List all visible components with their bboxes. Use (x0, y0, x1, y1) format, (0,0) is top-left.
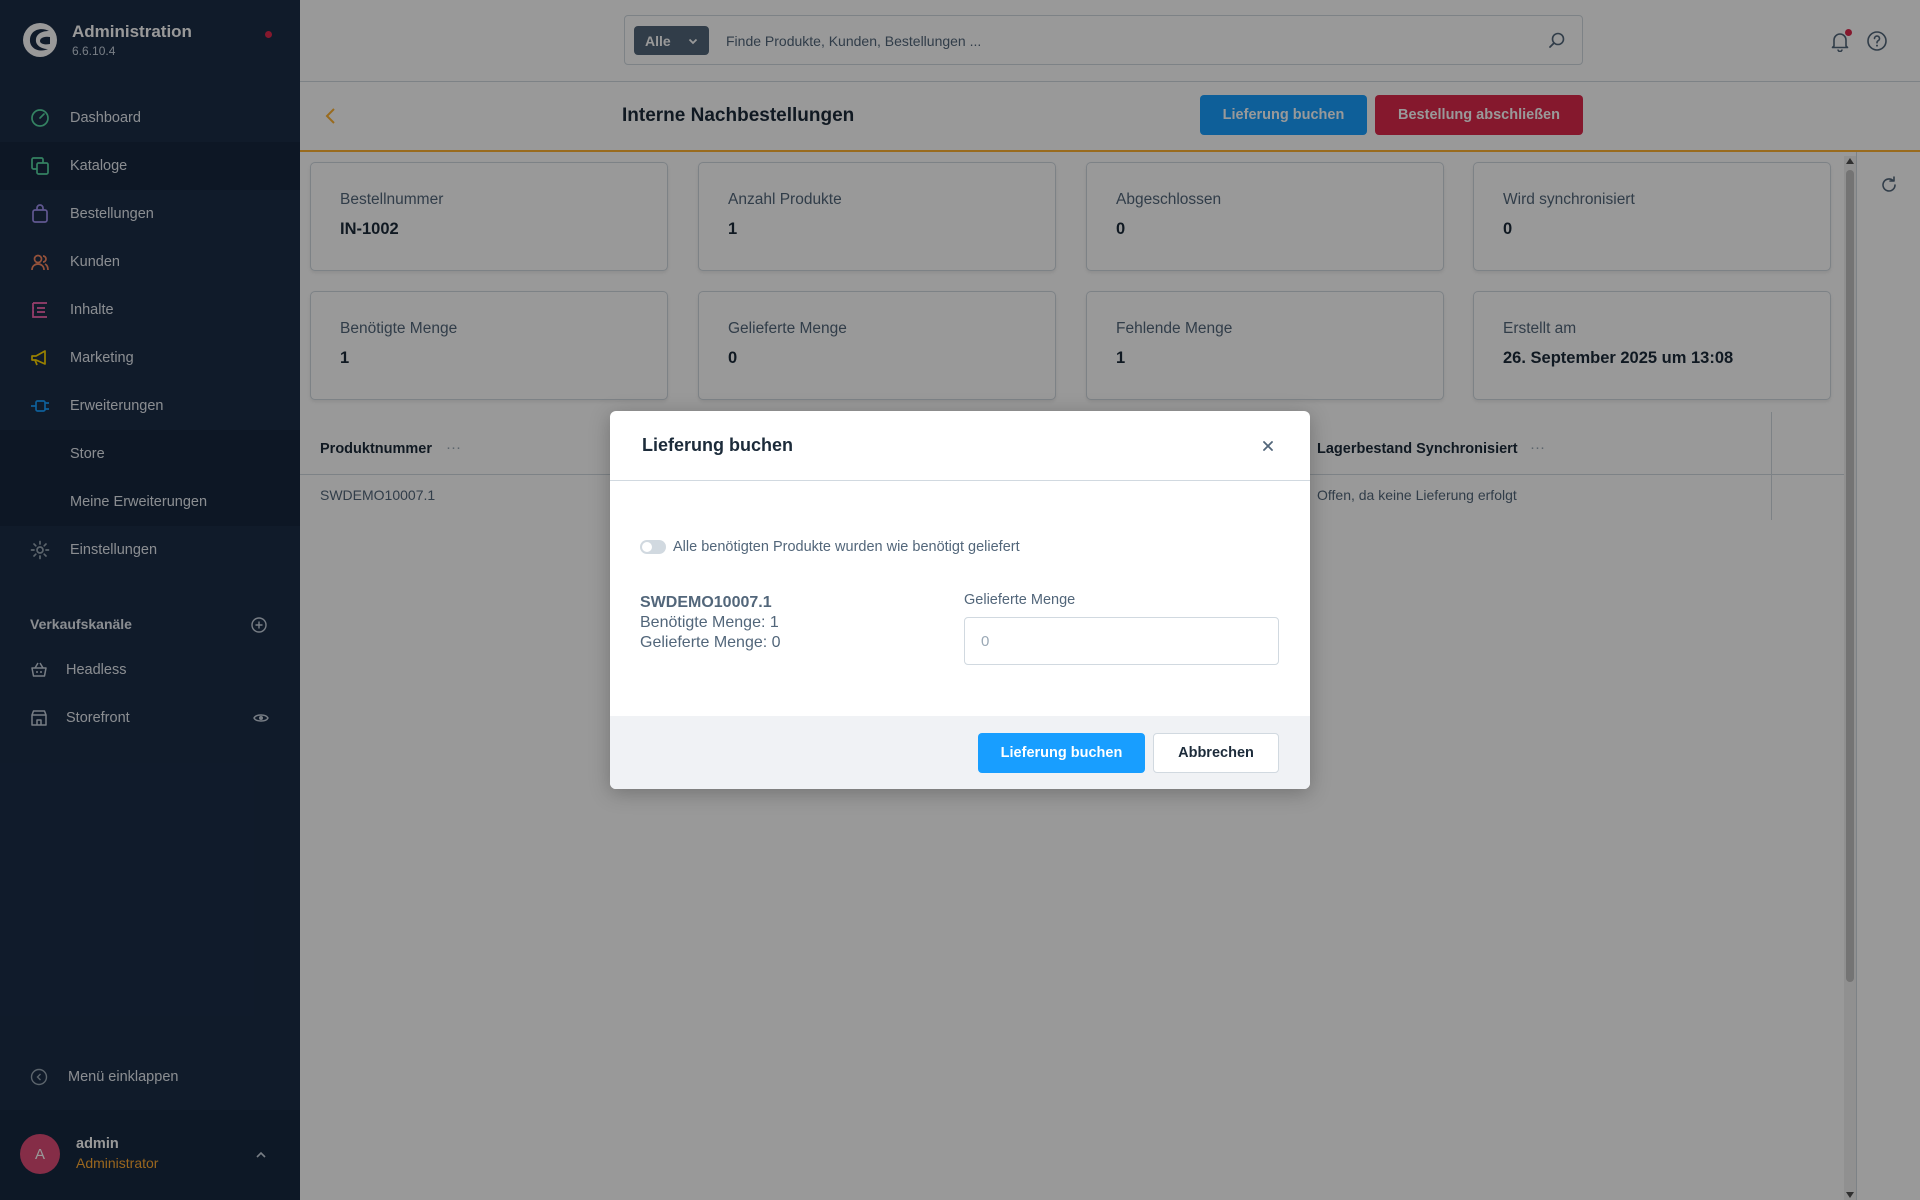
book-delivery-modal: Lieferung buchen Alle benötigten Produkt… (610, 411, 1310, 789)
toggle-label: Alle benötigten Produkte wurden wie benö… (673, 539, 1020, 555)
modal-title: Lieferung buchen (642, 435, 794, 455)
confirm-delivery-button[interactable]: Lieferung buchen (978, 733, 1145, 773)
modal-delivered-quantity: Gelieferte Menge: 0 (640, 634, 781, 651)
modal-required-quantity: Benötigte Menge: 1 (640, 614, 779, 631)
modal-product-number: SWDEMO10007.1 (640, 594, 772, 611)
delivered-quantity-label: Gelieferte Menge (964, 592, 1076, 608)
modal-header: Lieferung buchen (610, 411, 1310, 481)
all-delivered-toggle[interactable] (640, 540, 666, 554)
delivered-quantity-input[interactable] (964, 617, 1279, 665)
close-icon[interactable] (1260, 438, 1276, 454)
toggle-knob (642, 542, 652, 552)
cancel-button[interactable]: Abbrechen (1153, 733, 1279, 773)
modal-footer: Lieferung buchen Abbrechen (610, 716, 1310, 789)
